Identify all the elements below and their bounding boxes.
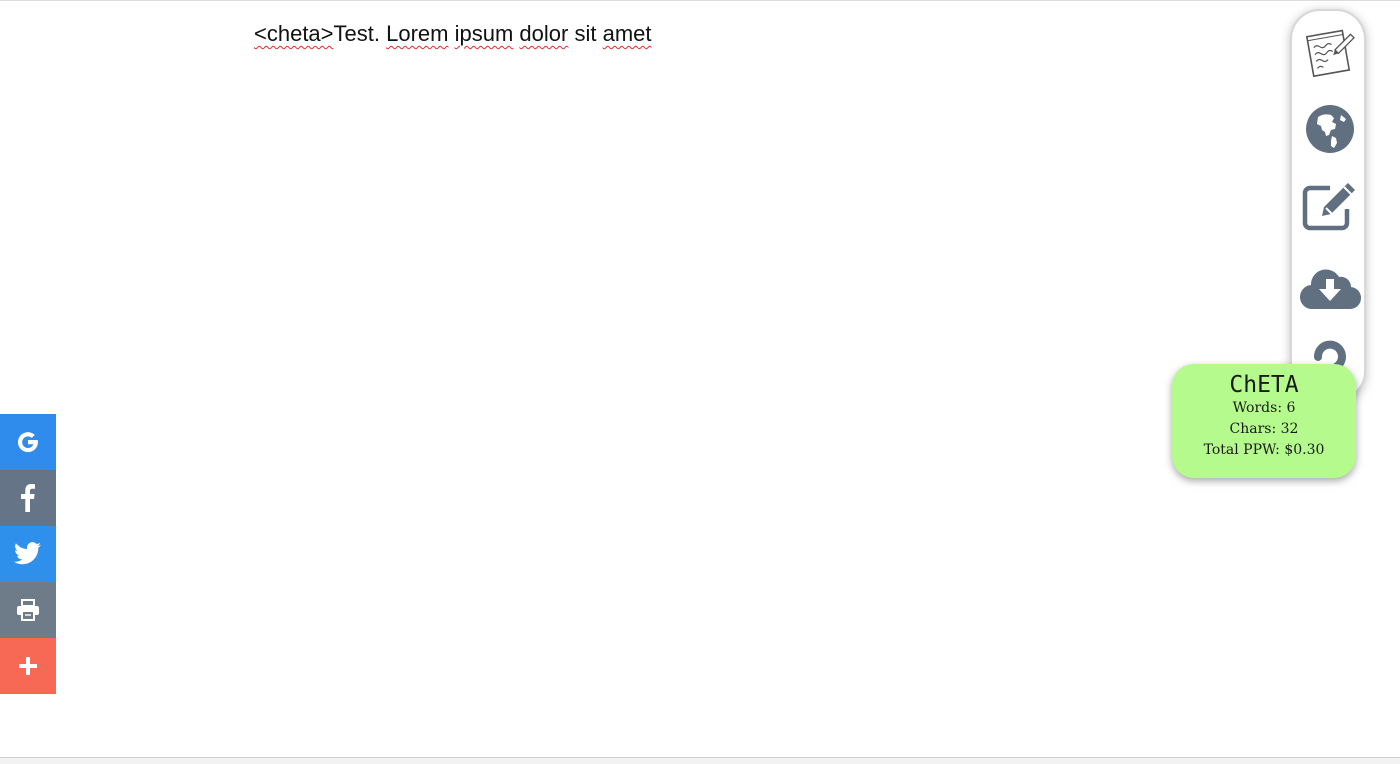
edit-icon	[1302, 183, 1355, 231]
word-lorem: Lorem	[386, 21, 449, 46]
cloud-download-icon	[1300, 269, 1361, 310]
google-icon	[17, 432, 38, 453]
plus-icon	[19, 657, 37, 675]
print-icon	[17, 599, 39, 621]
word-ipsum: ipsum	[454, 21, 514, 46]
globe-button[interactable]	[1292, 97, 1364, 161]
globe-icon	[1306, 105, 1354, 153]
word-count: Words: 6	[1232, 400, 1296, 416]
more-share-button[interactable]	[0, 638, 56, 694]
total-ppw: Total PPW: $0.30	[1203, 442, 1325, 458]
google-share-button[interactable]	[0, 414, 56, 470]
print-share-button[interactable]	[0, 582, 56, 638]
word-amet: amet	[602, 21, 652, 46]
notepad-icon	[1305, 29, 1355, 78]
twitter-icon	[14, 542, 41, 565]
twitter-share-button[interactable]	[0, 526, 56, 582]
right-toolbar	[1290, 9, 1366, 401]
download-button[interactable]	[1292, 255, 1364, 319]
word-test: Test.	[333, 21, 380, 46]
facebook-icon	[21, 484, 35, 512]
share-bar	[0, 414, 56, 694]
bottom-scrollbar[interactable]	[0, 757, 1400, 764]
word-sit: sit	[574, 21, 597, 46]
stats-card: ChETA Words: 6 Chars: 32 Total PPW: $0.3…	[1172, 364, 1356, 478]
word-dolor: dolor	[519, 21, 569, 46]
facebook-share-button[interactable]	[0, 470, 56, 526]
notepad-button[interactable]	[1292, 21, 1364, 85]
document-text[interactable]: <cheta>Test. Lorem ipsum dolor sit amet	[254, 21, 652, 47]
page: <cheta>Test. Lorem ipsum dolor sit amet	[0, 0, 1400, 764]
char-count: Chars: 32	[1229, 421, 1299, 437]
stats-title: ChETA	[1229, 372, 1299, 398]
edit-button[interactable]	[1292, 174, 1364, 238]
cheta-tag: <cheta>	[254, 21, 334, 46]
